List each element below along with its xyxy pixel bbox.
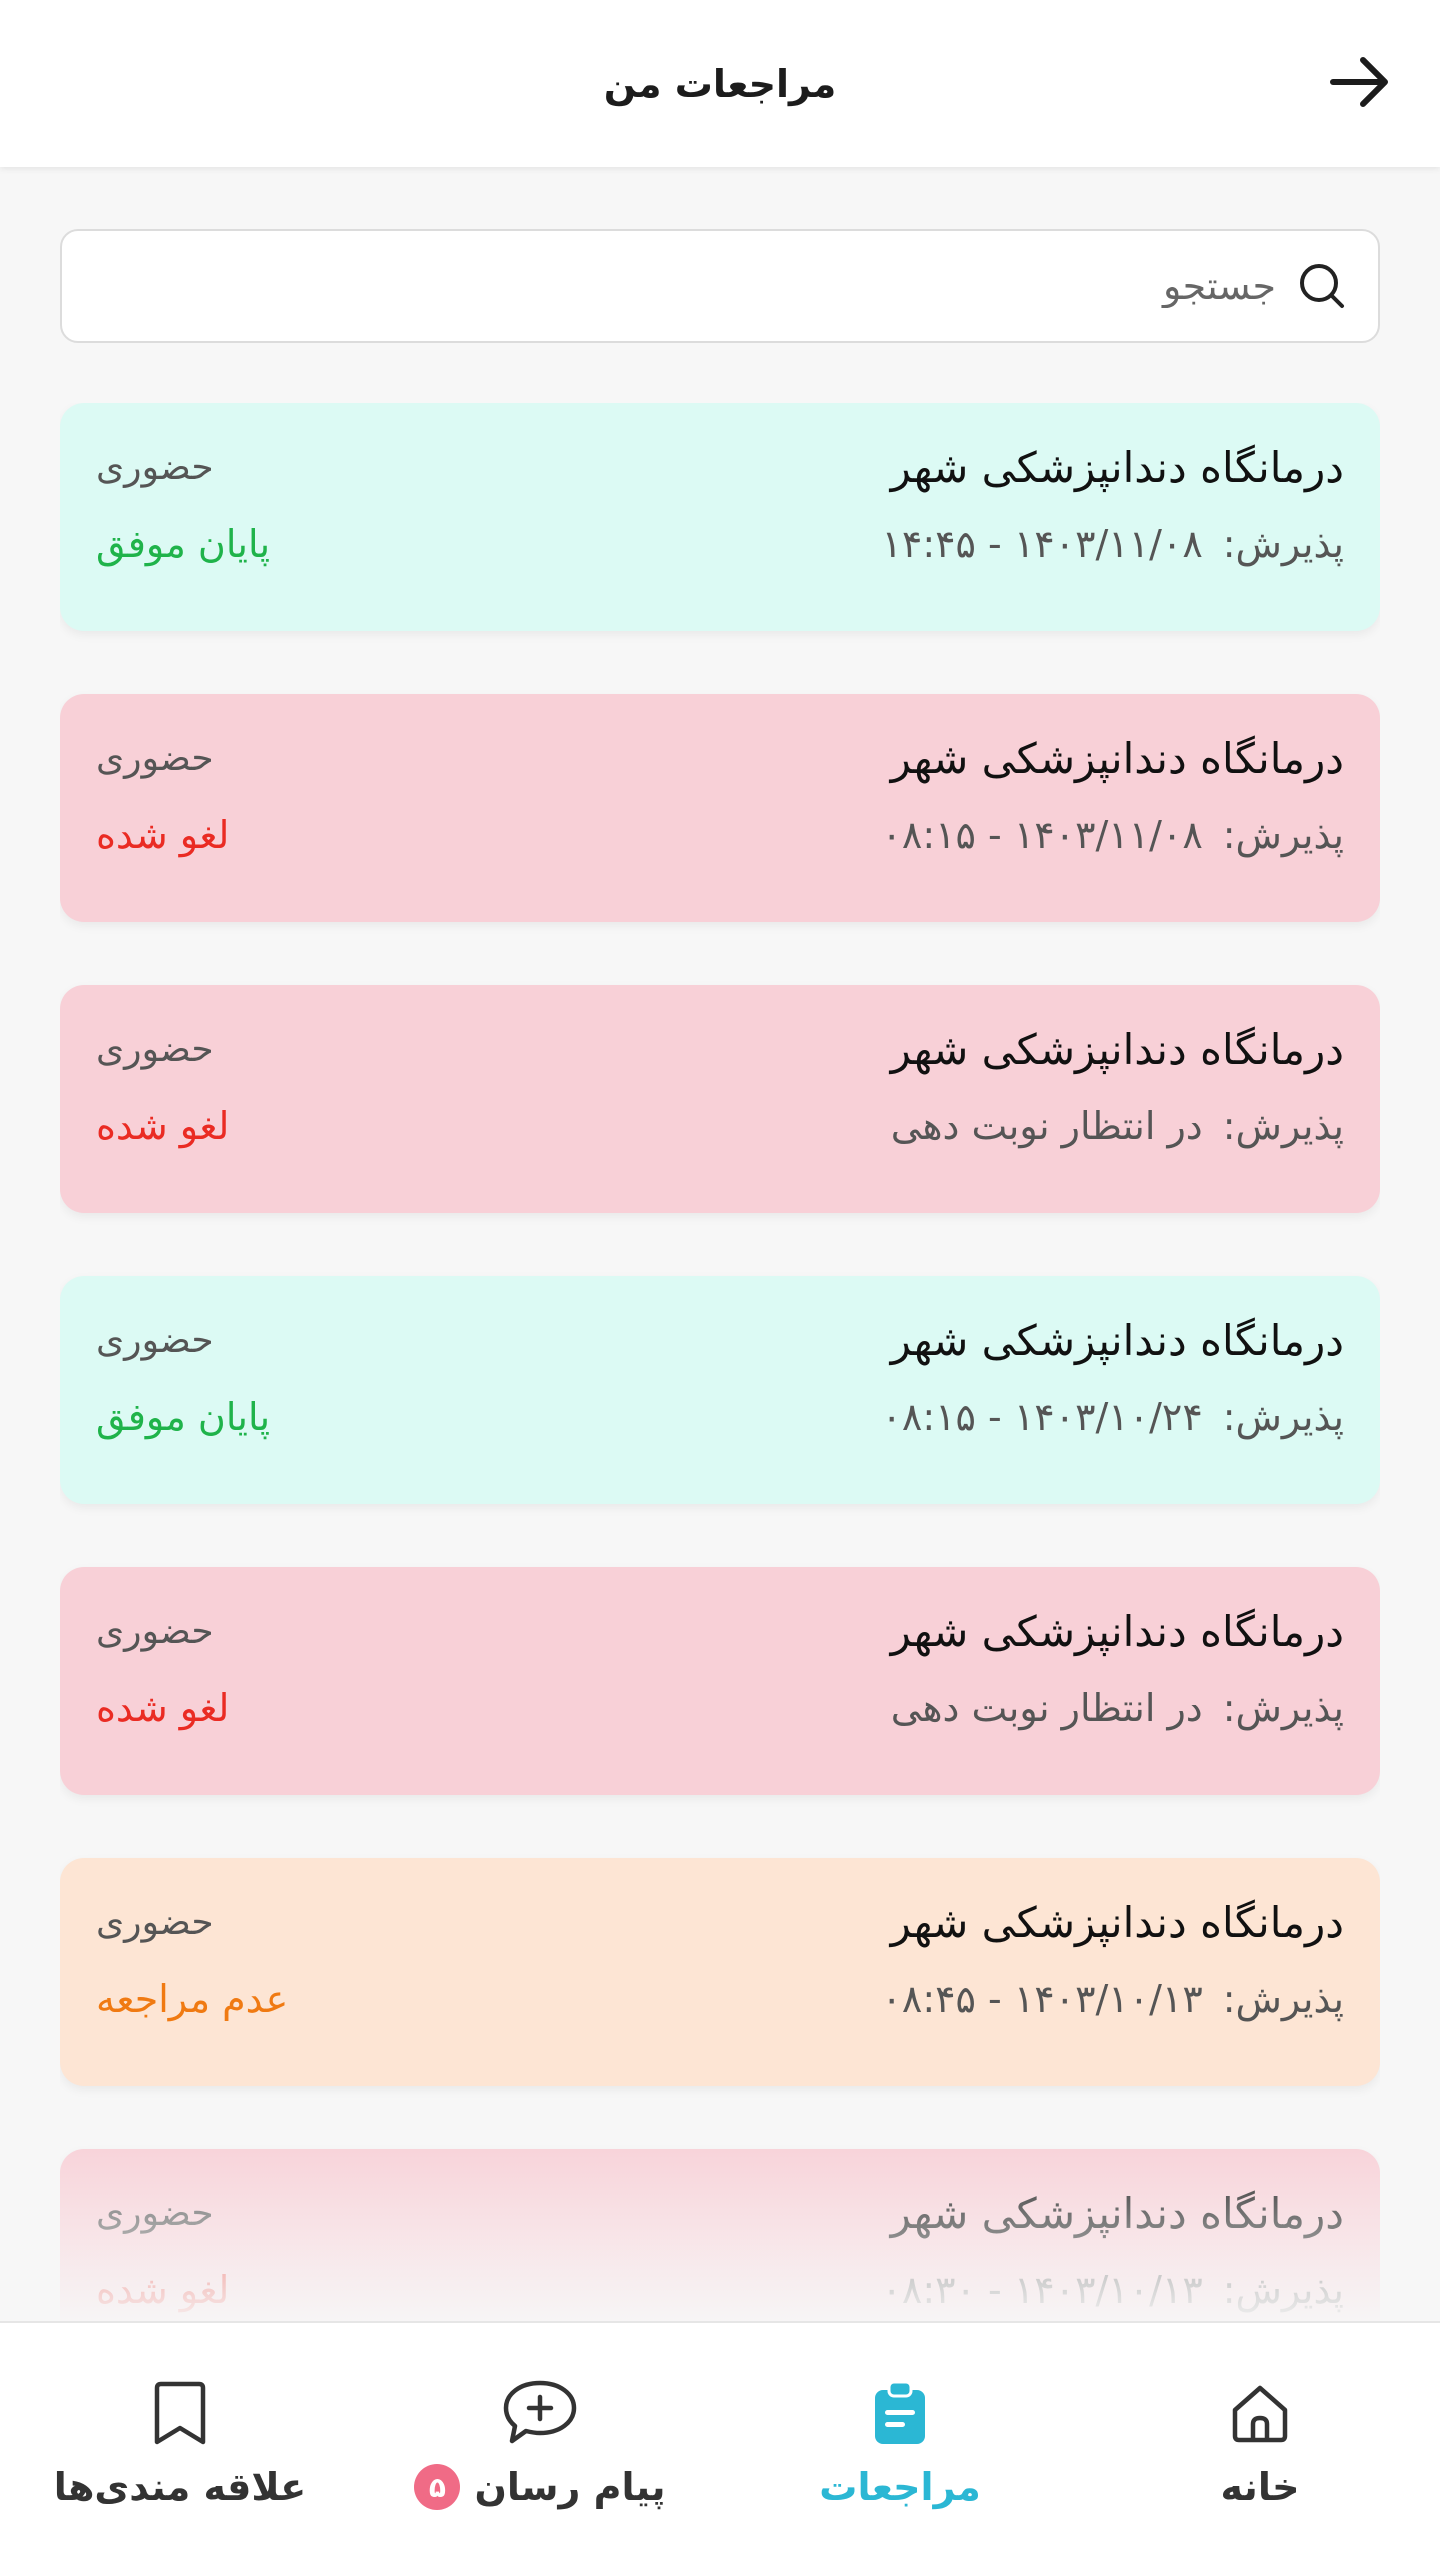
clinic-name: درمانگاه دندانپزشکی شهر <box>890 2189 1344 2238</box>
status-badge: لغو شده <box>96 1104 230 1148</box>
appointment-card[interactable]: درمانگاه دندانپزشکی شهر حضوری پذیرش: در ا… <box>60 1567 1380 1795</box>
reception-info: پذیرش: در انتظار نوبت دهی <box>891 1104 1344 1148</box>
appointment-card[interactable]: درمانگاه دندانپزشکی شهر حضوری پذیرش: ۱۴۰۳… <box>60 1858 1380 2086</box>
reception-label: پذیرش: <box>1222 1104 1344 1148</box>
appointment-card[interactable]: درمانگاه دندانپزشکی شهر حضوری پذیرش: در ا… <box>60 985 1380 1213</box>
visit-type: حضوری <box>96 1902 214 1943</box>
reception-info: پذیرش: ۱۴۰۳/۱۱/۰۸ - ۱۴:۴۵ <box>882 522 1344 566</box>
back-button[interactable] <box>1320 42 1400 122</box>
visit-type: حضوری <box>96 1320 214 1361</box>
bottom-navigation: خانه مراجعات پیام رسان <box>0 2321 1440 2559</box>
appointment-card[interactable]: درمانگاه دندانپزشکی شهر حضوری پذیرش: ۱۴۰۳… <box>60 403 1380 631</box>
reception-info: پذیرش: ۱۴۰۳/۱۱/۰۸ - ۰۸:۱۵ <box>882 813 1344 857</box>
reception-info: پذیرش: ۱۴۰۳/۱۰/۱۳ - ۰۸:۴۵ <box>882 1977 1344 2021</box>
nav-favorites[interactable]: علاقه مندی‌ها <box>0 2323 360 2559</box>
reception-label: پذیرش: <box>1222 2268 1344 2312</box>
reception-value: ۱۴۰۳/۱۰/۲۴ - ۰۸:۱۵ <box>881 1395 1203 1439</box>
visit-type: حضوری <box>96 1029 214 1070</box>
reception-value: ۱۴۰۳/۱۰/۱۳ - ۰۸:۳۰ <box>881 2268 1203 2312</box>
visit-type: حضوری <box>96 2193 214 2234</box>
search-box[interactable] <box>60 229 1380 343</box>
chat-add-icon <box>500 2372 580 2452</box>
search-input[interactable] <box>90 264 1276 308</box>
nav-visits[interactable]: مراجعات <box>720 2323 1080 2559</box>
reception-info: پذیرش: در انتظار نوبت دهی <box>891 1686 1344 1730</box>
status-badge: پایان موفق <box>96 522 271 566</box>
page-title: مراجعات من <box>603 61 837 106</box>
reception-label: پذیرش: <box>1222 1686 1344 1730</box>
appointment-card[interactable]: درمانگاه دندانپزشکی شهر حضوری پذیرش: ۱۴۰۳… <box>60 694 1380 922</box>
reception-info: پذیرش: ۱۴۰۳/۱۰/۲۴ - ۰۸:۱۵ <box>882 1395 1344 1439</box>
reception-value: در انتظار نوبت دهی <box>890 1104 1203 1148</box>
nav-messenger[interactable]: پیام رسان ۵ <box>360 2323 720 2559</box>
nav-favorites-label: علاقه مندی‌ها <box>53 2465 307 2509</box>
top-bar: مراجعات من <box>0 0 1440 167</box>
clinic-name: درمانگاه دندانپزشکی شهر <box>890 1025 1344 1074</box>
nav-messenger-label: پیام رسان ۵ <box>414 2464 666 2510</box>
clinic-name: درمانگاه دندانپزشکی شهر <box>890 1607 1344 1656</box>
clinic-name: درمانگاه دندانپزشکی شهر <box>890 443 1344 492</box>
unread-badge: ۵ <box>414 2464 461 2510</box>
clipboard-icon <box>860 2373 940 2453</box>
status-badge: لغو شده <box>96 1686 230 1730</box>
clinic-name: درمانگاه دندانپزشکی شهر <box>890 734 1344 783</box>
visit-type: حضوری <box>96 447 214 488</box>
status-badge: عدم مراجعه <box>96 1977 289 2021</box>
search-icon <box>1294 258 1350 314</box>
visits-page: مراجعات من درمانگاه دندانپزشکی شهر حضوری… <box>0 0 1440 2559</box>
status-badge: لغو شده <box>96 813 230 857</box>
reception-value: ۱۴۰۳/۱۱/۰۸ - ۰۸:۱۵ <box>881 813 1203 857</box>
appointment-card[interactable]: درمانگاه دندانپزشکی شهر حضوری پذیرش: ۱۴۰۳… <box>60 1276 1380 1504</box>
appointments-list: درمانگاه دندانپزشکی شهر حضوری پذیرش: ۱۴۰۳… <box>60 403 1380 2321</box>
messenger-label-text: پیام رسان <box>474 2465 666 2509</box>
reception-info: پذیرش: ۱۴۰۳/۱۰/۱۳ - ۰۸:۳۰ <box>882 2268 1344 2312</box>
reception-label: پذیرش: <box>1222 813 1344 857</box>
reception-value: در انتظار نوبت دهی <box>890 1686 1203 1730</box>
home-icon <box>1220 2373 1300 2453</box>
reception-label: پذیرش: <box>1222 522 1344 566</box>
appointment-card[interactable]: درمانگاه دندانپزشکی شهر حضوری پذیرش: ۱۴۰۳… <box>60 2149 1380 2321</box>
reception-value: ۱۴۰۳/۱۱/۰۸ - ۱۴:۴۵ <box>881 522 1203 566</box>
nav-home[interactable]: خانه <box>1080 2323 1440 2559</box>
nav-home-label: خانه <box>1220 2465 1300 2509</box>
visit-type: حضوری <box>96 1611 214 1652</box>
status-badge: پایان موفق <box>96 1395 271 1439</box>
nav-visits-label: مراجعات <box>819 2465 981 2509</box>
reception-label: پذیرش: <box>1222 1977 1344 2021</box>
bookmark-icon <box>140 2373 220 2453</box>
reception-label: پذیرش: <box>1222 1395 1344 1439</box>
clinic-name: درمانگاه دندانپزشکی شهر <box>890 1898 1344 1947</box>
reception-value: ۱۴۰۳/۱۰/۱۳ - ۰۸:۴۵ <box>881 1977 1203 2021</box>
status-badge: لغو شده <box>96 2268 230 2312</box>
arrow-right-icon <box>1330 57 1388 107</box>
clinic-name: درمانگاه دندانپزشکی شهر <box>890 1316 1344 1365</box>
visit-type: حضوری <box>96 738 214 779</box>
